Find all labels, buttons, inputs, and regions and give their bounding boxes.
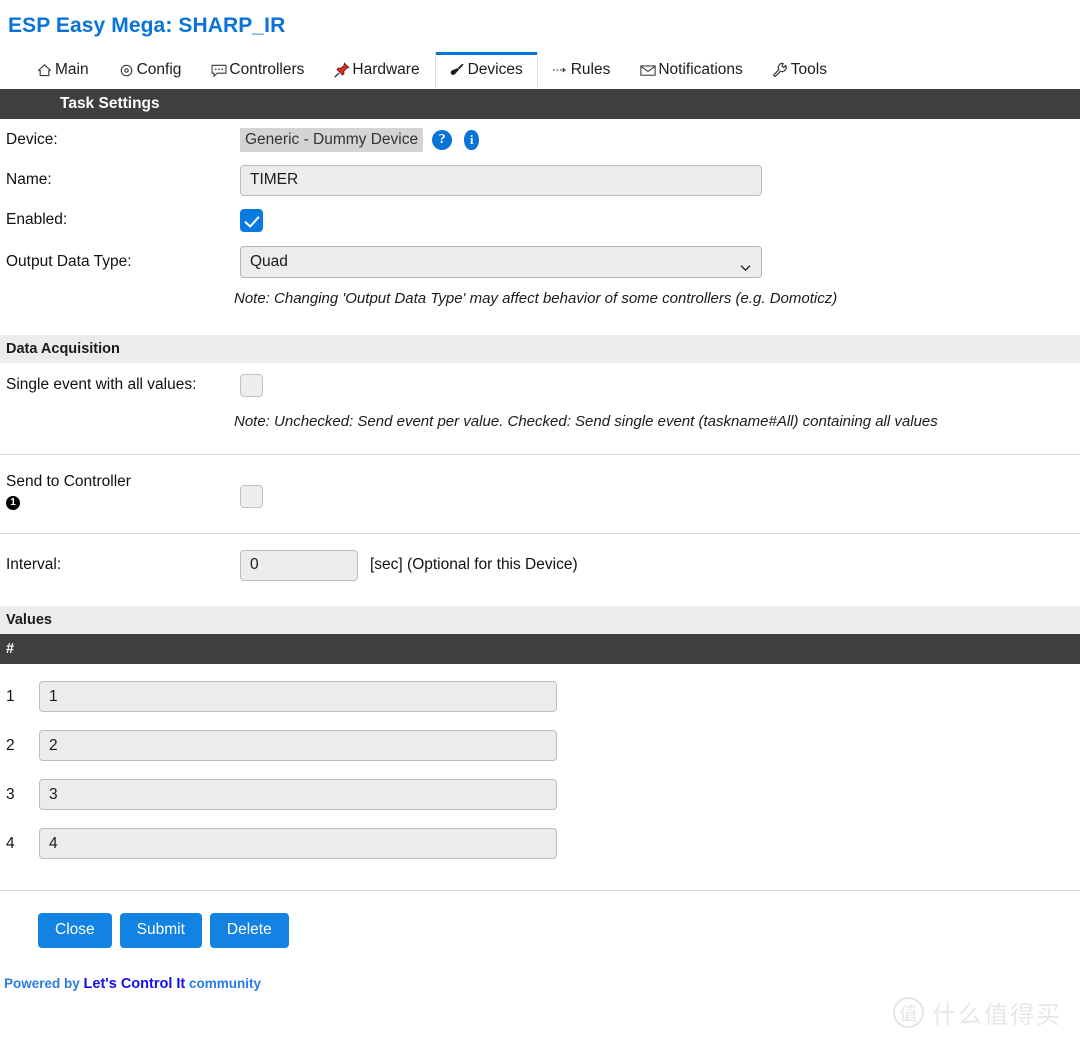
tab-label: Devices <box>467 61 523 78</box>
help-icon[interactable]: ? <box>432 129 453 150</box>
submit-button[interactable]: Submit <box>119 913 202 948</box>
value-input[interactable] <box>39 828 557 859</box>
row-index: 1 <box>6 687 15 705</box>
output-data-type-select[interactable]: Quad <box>240 246 762 278</box>
tab-label: Rules <box>570 61 611 78</box>
task-settings-header: Task Settings <box>0 89 1080 119</box>
name-input[interactable] <box>240 164 762 196</box>
data-acquisition-form: Single event with all values: Note: Unch… <box>0 363 1080 596</box>
tab-devices[interactable]: Devices <box>434 52 538 89</box>
tab-main[interactable]: Main <box>22 53 104 89</box>
envelope-icon <box>639 62 656 79</box>
page-title: ESP Easy Mega: SHARP_IR <box>8 14 286 37</box>
single-event-checkbox[interactable] <box>240 373 263 397</box>
tab-label: Main <box>55 61 89 78</box>
value-input[interactable] <box>39 681 557 712</box>
send-to-controller-label-group: Send to Controller 1 <box>6 473 240 510</box>
table-row: 2 <box>0 721 1080 770</box>
row-index: 3 <box>6 785 15 803</box>
send-to-controller-row: Send to Controller 1 <box>0 455 1080 533</box>
name-label: Name: <box>6 171 52 188</box>
controller-index-badge: 1 <box>6 496 20 510</box>
interval-suffix: [sec] (Optional for this Device) <box>370 556 578 573</box>
delete-button[interactable]: Delete <box>209 913 289 948</box>
chat-icon <box>210 62 227 79</box>
tab-controllers[interactable]: Controllers <box>196 53 319 89</box>
device-row: Device: Generic - Dummy Device ? i <box>0 119 1080 160</box>
single-event-label: Single event with all values: <box>6 376 197 393</box>
tab-label: Tools <box>790 61 827 78</box>
single-event-note: Note: Unchecked: Send event per value. C… <box>234 413 938 430</box>
tab-notifications[interactable]: Notifications <box>625 53 757 89</box>
tab-label: Notifications <box>658 61 743 78</box>
values-table: 1 2 3 4 <box>0 664 1080 868</box>
row-index: 4 <box>6 834 15 852</box>
pushpin-icon <box>333 62 350 79</box>
values-header: Values <box>0 606 1080 634</box>
send-to-controller-checkbox[interactable] <box>240 485 263 508</box>
arrow-icon <box>552 62 569 79</box>
single-event-row: Single event with all values: <box>0 363 1080 407</box>
home-icon <box>36 62 53 79</box>
watermark-text: 什么值得买 <box>932 1002 1062 1029</box>
table-row: 4 <box>0 819 1080 868</box>
data-acquisition-header: Data Acquisition <box>0 335 1080 363</box>
footer-prefix: Powered by <box>4 976 84 991</box>
tab-label: Config <box>136 61 182 78</box>
output-data-type-note: Note: Changing 'Output Data Type' may af… <box>234 290 838 307</box>
watermark: 值 什么值得买 <box>893 995 1062 1030</box>
form-action-buttons: Close Submit Delete <box>0 891 1080 948</box>
tab-label: Controllers <box>229 61 305 78</box>
main-navigation-tabs: Main Config Controllers Hardware Devices… <box>0 49 1080 89</box>
send-to-controller-label: Send to Controller <box>6 473 131 490</box>
close-button[interactable]: Close <box>38 913 112 948</box>
value-input[interactable] <box>39 730 557 761</box>
output-data-type-label: Output Data Type: <box>6 253 132 270</box>
output-data-type-value: Quad <box>250 253 288 270</box>
enabled-row: Enabled: <box>0 200 1080 240</box>
device-label: Device: <box>6 130 58 148</box>
gear-icon <box>118 62 135 79</box>
device-value: Generic - Dummy Device <box>240 127 424 152</box>
table-row: 3 <box>0 770 1080 819</box>
chevron-down-icon <box>740 259 751 272</box>
row-index: 2 <box>6 736 15 754</box>
value-input[interactable] <box>39 779 557 810</box>
interval-input[interactable] <box>240 549 358 581</box>
enabled-checkbox[interactable] <box>240 208 263 232</box>
values-column-header: # <box>0 634 1080 664</box>
info-icon[interactable]: i <box>464 129 480 150</box>
tab-label: Hardware <box>352 61 420 78</box>
table-row: 1 <box>0 672 1080 721</box>
watermark-logo-icon: 值 <box>893 997 924 1028</box>
tab-config[interactable]: Config <box>104 53 197 89</box>
tab-rules[interactable]: Rules <box>538 53 626 89</box>
plug-icon <box>449 62 466 79</box>
name-row: Name: <box>0 160 1080 200</box>
tab-tools[interactable]: Tools <box>758 53 842 89</box>
wrench-icon <box>772 62 789 79</box>
interval-label: Interval: <box>6 556 62 573</box>
footer: Powered by Let's Control It community <box>0 948 1080 992</box>
enabled-label: Enabled: <box>6 211 68 228</box>
tab-hardware[interactable]: Hardware <box>319 53 434 89</box>
output-data-type-row: Output Data Type: Quad <box>0 240 1080 284</box>
footer-suffix: community <box>185 976 262 991</box>
interval-row: Interval: [sec] (Optional for this Devic… <box>0 534 1080 596</box>
task-settings-form: Device: Generic - Dummy Device ? i Name:… <box>0 119 1080 307</box>
footer-brand-link[interactable]: Let's Control It <box>84 976 186 992</box>
